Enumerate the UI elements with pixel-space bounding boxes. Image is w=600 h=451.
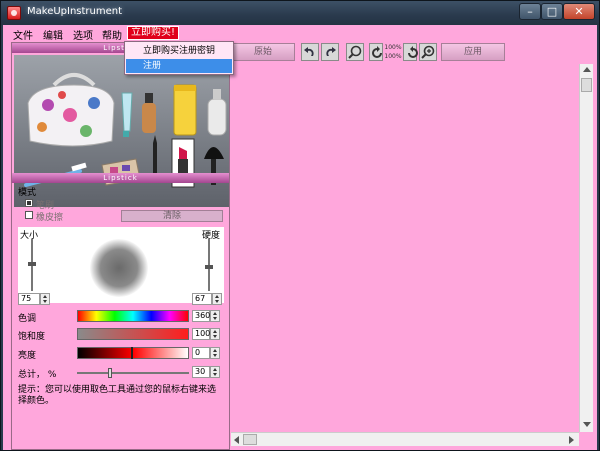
app-logo-icon (7, 6, 21, 20)
maximize-button[interactable]: □ (541, 3, 563, 20)
title-bar[interactable]: MakeUpInstrument – □ ✕ (1, 1, 599, 25)
cream-tube-icon[interactable] (121, 92, 133, 137)
total-slider-track[interactable] (77, 372, 189, 374)
hue-slider[interactable] (77, 310, 189, 322)
brightness-slider[interactable] (77, 347, 189, 359)
size-slider-thumb[interactable] (28, 262, 36, 266)
close-button[interactable]: ✕ (563, 3, 595, 20)
undo-icon (304, 47, 314, 56)
brush-preview-area: 大小 硬度 (18, 227, 224, 303)
menu-register[interactable]: 注册 (126, 59, 232, 73)
total-stepper[interactable] (210, 366, 220, 378)
size-label: 大小 (20, 231, 39, 241)
hue-label: 色调 (18, 314, 37, 324)
redo-icon (326, 47, 336, 56)
hint-text: 提示：您可以使用取色工具通过您的鼠标右键来选择颜色。 (18, 385, 217, 406)
menu-options[interactable]: 选项 (73, 27, 93, 42)
rotate-left-button[interactable] (369, 43, 383, 61)
eraser-radio[interactable] (25, 211, 33, 219)
magnifier-plus-icon (421, 45, 435, 59)
size-input[interactable]: 75 (18, 293, 40, 305)
brush-radio[interactable] (25, 199, 33, 207)
hue-stepper[interactable] (210, 310, 220, 322)
brightness-label: 亮度 (18, 351, 37, 361)
zoom-level-readout: 100% 100% (383, 43, 403, 61)
scroll-right-icon[interactable] (569, 436, 574, 444)
scroll-down-icon[interactable] (583, 422, 591, 427)
original-button[interactable]: 原始 (231, 43, 295, 61)
lipstick-section-header: Lipstick (12, 173, 229, 183)
window-title: MakeUpInstrument (27, 6, 123, 17)
saturation-input[interactable]: 100 (192, 328, 210, 340)
menu-help[interactable]: 帮助 (102, 27, 122, 42)
magnifier-icon (348, 45, 362, 59)
vertical-scrollbar[interactable] (579, 64, 593, 432)
hardness-input[interactable]: 67 (192, 293, 212, 305)
size-stepper[interactable] (40, 293, 50, 305)
menu-edit[interactable]: 编辑 (43, 27, 63, 42)
saturation-stepper[interactable] (210, 328, 220, 340)
left-panel: Lipstick Lipstick 模式 笔刷 橡皮擦 清除 大小 硬度 75 … (11, 42, 230, 450)
menu-file[interactable]: 文件 (13, 27, 33, 42)
hardness-slider-thumb[interactable] (205, 265, 213, 269)
redo-button[interactable] (321, 43, 339, 61)
zoom-out-button[interactable] (346, 43, 364, 61)
horizontal-scroll-thumb[interactable] (243, 434, 257, 445)
brightness-input[interactable]: 0 (192, 347, 210, 359)
rotate-right-icon (408, 46, 418, 58)
saturation-label: 饱和度 (18, 332, 46, 342)
minimize-button[interactable]: – (519, 3, 541, 20)
zoom-top: 100% (384, 44, 402, 51)
brightness-thumb[interactable] (131, 347, 133, 359)
menu-buy-now[interactable]: 立即购买! (127, 26, 180, 40)
apply-button[interactable]: 应用 (441, 43, 505, 61)
zoom-bottom: 100% (384, 53, 402, 60)
buy-dropdown-menu: 立即购买注册密钥 注册 (124, 41, 234, 75)
yellow-tube-icon[interactable] (173, 84, 197, 136)
scroll-up-icon[interactable] (583, 67, 591, 72)
hardness-label: 硬度 (202, 231, 221, 241)
total-input[interactable]: 30 (192, 366, 210, 378)
vertical-scroll-thumb[interactable] (581, 78, 592, 92)
horizontal-scrollbar[interactable] (231, 432, 579, 446)
zoom-in-button[interactable] (419, 43, 437, 61)
brightness-stepper[interactable] (210, 347, 220, 359)
scroll-left-icon[interactable] (234, 436, 239, 444)
rotate-right-button[interactable] (403, 43, 418, 61)
clear-button[interactable]: 清除 (121, 210, 223, 222)
mode-label: 模式 (18, 188, 37, 198)
hardness-stepper[interactable] (212, 293, 222, 305)
eraser-label: 橡皮擦 (36, 213, 64, 223)
brush-preview-dot (90, 239, 148, 297)
menu-bar: 文件 编辑 选项 帮助 立即购买! (3, 25, 597, 42)
total-label: 总计， % (18, 370, 57, 380)
app-window: MakeUpInstrument – □ ✕ 文件 编辑 选项 帮助 立即购买!… (0, 0, 600, 451)
saturation-slider[interactable] (77, 328, 189, 340)
hue-input[interactable]: 360 (192, 310, 210, 322)
total-slider-thumb[interactable] (108, 368, 112, 378)
cosmetics-gallery (14, 55, 229, 207)
undo-button[interactable] (301, 43, 319, 61)
menu-buy-key[interactable]: 立即购买注册密钥 (126, 44, 232, 58)
